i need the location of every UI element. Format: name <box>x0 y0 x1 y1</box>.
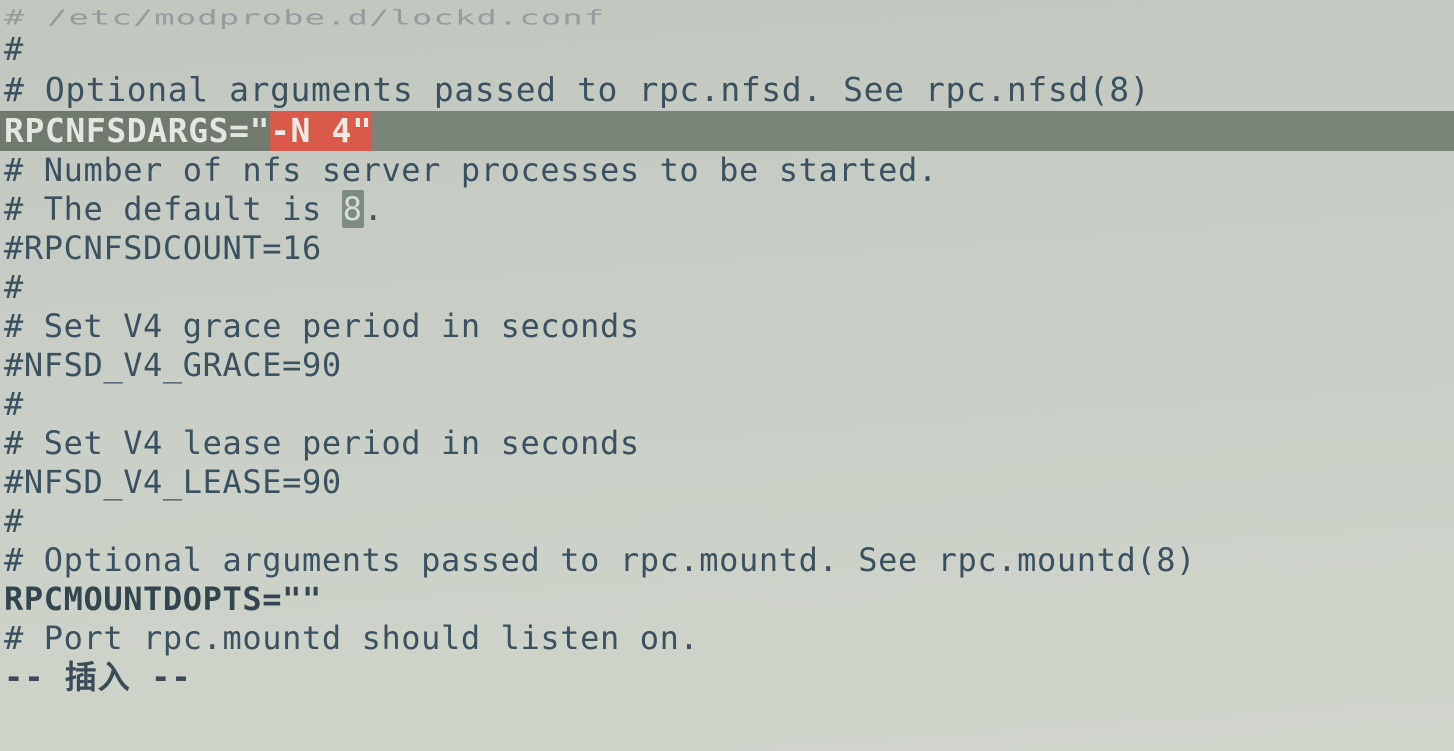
terminal-screen: # /etc/modprobe.d/lockd.conf # # Optiona… <box>0 0 1454 751</box>
file-line-12: #NFSD_V4_LEASE=90 <box>4 463 1454 502</box>
file-line-10: # <box>4 385 1454 424</box>
file-line-8: # Set V4 grace period in seconds <box>4 307 1454 346</box>
vim-editor-buffer[interactable]: # /etc/modprobe.d/lockd.conf # # Optiona… <box>0 0 1454 751</box>
rpcnfsdargs-key: RPCNFSDARGS=" <box>0 111 270 151</box>
file-line-6: #RPCNFSDCOUNT=16 <box>4 229 1454 268</box>
file-line-1: # <box>4 30 1454 69</box>
search-highlight-bar <box>372 111 1454 151</box>
file-line-2: # Optional arguments passed to rpc.nfsd.… <box>4 69 1454 111</box>
file-line-5b: . <box>364 190 384 228</box>
file-line-4: # Number of nfs server processes to be s… <box>4 151 1454 190</box>
file-line-16: # Port rpc.mountd should listen on. <box>4 619 1454 658</box>
file-line-11: # Set V4 lease period in seconds <box>4 424 1454 463</box>
file-line-3-highlight: RPCNFSDARGS="-N 4" <box>0 111 1454 151</box>
file-line-7: # <box>4 268 1454 307</box>
file-line-5a: # The default is <box>4 190 342 228</box>
file-line-9: #NFSD_V4_GRACE=90 <box>4 346 1454 385</box>
default-count-highlight: 8 <box>342 190 364 228</box>
file-line-5: # The default is 8. <box>4 190 1454 229</box>
rpcnfsdargs-value: -N 4" <box>270 111 372 151</box>
file-line-13: # <box>4 502 1454 541</box>
vim-mode-status: -- 插入 -- <box>4 658 1454 697</box>
file-line-15: RPCMOUNTDOPTS="" <box>4 580 1454 619</box>
file-line-14: # Optional arguments passed to rpc.mount… <box>4 541 1454 580</box>
file-line-cutoff: # /etc/modprobe.d/lockd.conf <box>4 7 1454 29</box>
